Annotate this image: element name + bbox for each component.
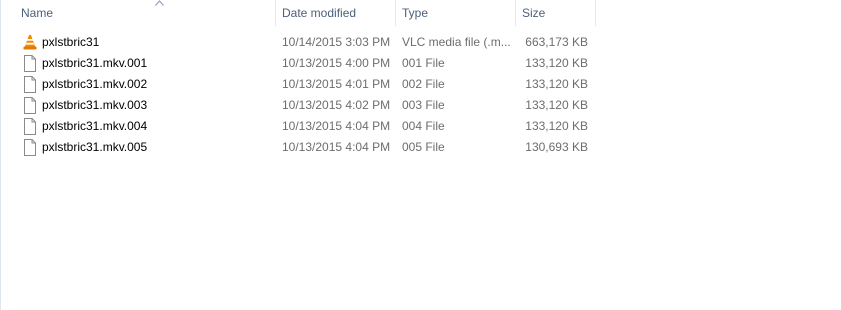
column-header-type-label: Type [402,6,429,20]
column-header-size-label: Size [522,6,546,20]
file-type: VLC media file (.m... [402,35,511,49]
column-header-bar: Name Date modified Type Size [1,0,841,26]
file-type: 002 File [402,77,445,91]
file-type: 003 File [402,98,445,112]
sort-ascending-icon [155,0,164,6]
generic-file-icon [24,76,36,93]
file-date-modified: 10/13/2015 4:02 PM [282,98,391,112]
column-header-name-label: Name [21,6,54,20]
file-row[interactable]: pxlstbric31.mkv.005 10/13/2015 4:04 PM 0… [15,137,596,158]
file-size: 663,173 KB [525,35,588,49]
column-header-size[interactable]: Size [516,0,596,26]
generic-file-icon [24,139,36,156]
file-date-modified: 10/13/2015 4:00 PM [282,56,391,70]
generic-file-icon [24,118,36,135]
file-type: 001 File [402,56,445,70]
file-type: 004 File [402,119,445,133]
file-name: pxlstbric31.mkv.003 [42,98,148,112]
column-header-date[interactable]: Date modified [276,0,396,26]
generic-file-icon [24,97,36,114]
file-list-pane: Name Date modified Type Size pxlstbric31… [0,0,841,310]
file-row[interactable]: pxlstbric31.mkv.003 10/13/2015 4:02 PM 0… [15,95,596,116]
file-row[interactable]: pxlstbric31.mkv.002 10/13/2015 4:01 PM 0… [15,74,596,95]
file-row[interactable]: pxlstbric31.mkv.004 10/13/2015 4:04 PM 0… [15,116,596,137]
file-date-modified: 10/13/2015 4:01 PM [282,77,391,91]
file-size: 133,120 KB [525,77,588,91]
file-name: pxlstbric31.mkv.005 [42,140,148,154]
file-date-modified: 10/13/2015 4:04 PM [282,119,391,133]
file-date-modified: 10/13/2015 4:04 PM [282,140,391,154]
file-size: 133,120 KB [525,119,588,133]
file-name: pxlstbric31.mkv.001 [42,56,148,70]
file-size: 133,120 KB [525,98,588,112]
file-row[interactable]: pxlstbric31 10/14/2015 3:03 PM VLC media… [15,32,596,53]
file-name: pxlstbric31.mkv.002 [42,77,148,91]
file-name: pxlstbric31 [42,35,100,49]
file-name: pxlstbric31.mkv.004 [42,119,148,133]
file-size: 133,120 KB [525,56,588,70]
vlc-cone-icon [23,35,37,50]
generic-file-icon [24,55,36,72]
column-header-date-label: Date modified [282,6,357,20]
file-row[interactable]: pxlstbric31.mkv.001 10/13/2015 4:00 PM 0… [15,53,596,74]
column-header-type[interactable]: Type [396,0,516,26]
file-size: 130,693 KB [525,140,588,154]
file-type: 005 File [402,140,445,154]
column-header-name[interactable]: Name [15,0,276,26]
file-date-modified: 10/14/2015 3:03 PM [282,35,391,49]
